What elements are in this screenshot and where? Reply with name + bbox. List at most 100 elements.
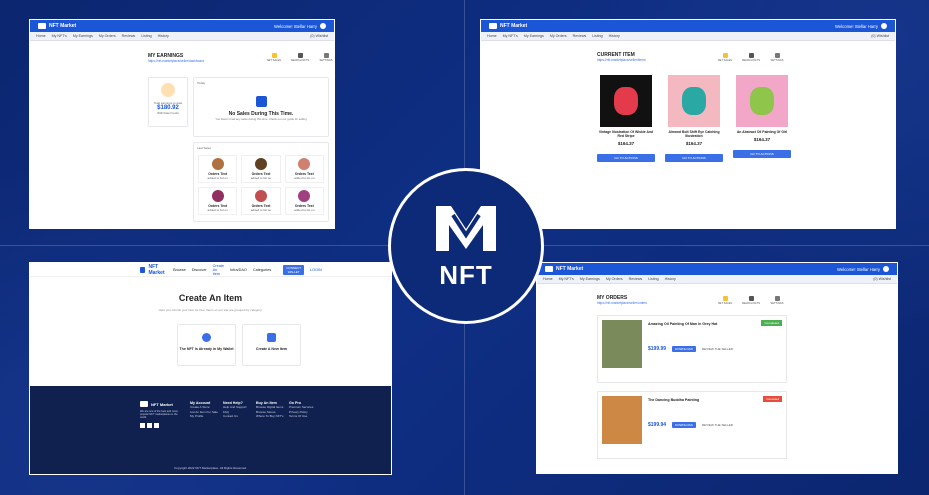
go-to-actions-button[interactable]: GO TO ACTIONS [733, 150, 791, 158]
nav-discover[interactable]: Discover [192, 268, 207, 272]
wishlist-link[interactable]: (0) Wishlist [871, 34, 889, 38]
connect-wallet-button[interactable]: CONNECT WALLET [283, 264, 305, 275]
nav-reviews[interactable]: Reviews [122, 34, 136, 38]
facebook-icon[interactable] [140, 423, 145, 428]
logo-icon [140, 401, 148, 407]
instagram-icon[interactable] [154, 423, 159, 428]
sale-item[interactable]: Orders Text added to list on [241, 155, 281, 183]
page-link[interactable]: https://nft-marketplace/seller/orders [597, 301, 647, 305]
user-menu[interactable]: Welcome! Stellar Harry [837, 266, 889, 272]
nav-listing[interactable]: Listing [141, 34, 151, 38]
review-seller-link[interactable]: REVIEW THE SELLER [702, 423, 733, 427]
avatar [211, 190, 224, 202]
order-title: The Dancing Buddha Painting [648, 398, 700, 402]
download-button[interactable]: DOWNLOAD [672, 422, 696, 428]
copyright: Copyright 2022 NFT Marketplace. All Righ… [174, 466, 247, 470]
nav-my-nfts[interactable]: My NFT's [52, 34, 67, 38]
withdraw-link[interactable]: Withdraw Funds [149, 111, 187, 115]
twitter-icon[interactable] [147, 423, 152, 428]
nav-reviews[interactable]: Reviews [629, 277, 643, 281]
download-button[interactable]: DOWNLOAD [672, 346, 696, 352]
brand-logo[interactable]: NFT Market [545, 266, 583, 272]
nav-create[interactable]: Create An Item [213, 264, 224, 276]
sale-item[interactable]: Orders Text added to list on [198, 187, 238, 215]
avatar [298, 190, 311, 202]
go-to-actions-button[interactable]: GO TO ACTIONS [597, 154, 655, 162]
go-to-actions-button[interactable]: GO TO ACTIONS [665, 154, 723, 162]
search-nfts-button[interactable]: SEARCH NFTS [741, 296, 761, 305]
sale-item[interactable]: Orders Text added to list on [241, 187, 281, 215]
sale-item[interactable]: Orders Text added to list on [284, 155, 324, 183]
sale-item[interactable]: Orders Text added to list on [284, 187, 324, 215]
login-link[interactable]: LOGIN [310, 268, 322, 272]
footer-link[interactable]: Where To Buy NFT's [256, 414, 284, 418]
nav-orders[interactable]: My Orders [99, 34, 116, 38]
nav-home[interactable]: Home [487, 34, 497, 38]
nft-card[interactable]: Almond Bolt Shift Eye Catching Illustrat… [665, 75, 723, 162]
nav-listing[interactable]: Listing [648, 277, 658, 281]
review-seller-link[interactable]: REVIEW THE SELLER [702, 347, 733, 351]
nft-card[interactable]: An Abstract Oil Painting Of Girl $164.37… [733, 75, 791, 162]
nav-orders[interactable]: My Orders [606, 277, 623, 281]
existing-nft-option[interactable]: The NFT Is Already In My Wallet [177, 324, 236, 366]
tag-icon [722, 296, 728, 301]
wishlist-link[interactable]: (0) Wishlist [310, 34, 328, 38]
logo-icon [545, 266, 553, 272]
page-link[interactable]: https://nft-marketplace/seller/dashboard [148, 59, 204, 63]
user-menu[interactable]: Welcome! Stellar Harry [274, 23, 326, 29]
brand-logo[interactable]: NFT Market [140, 264, 167, 276]
user-menu[interactable]: Welcome! Stellar Harry [835, 23, 887, 29]
new-item-option[interactable]: Create A New Item [242, 324, 301, 366]
brand-name: NFT Market [49, 23, 77, 29]
footer-column: My Account Create A Store List An Item For… [190, 401, 218, 419]
nav-reviews[interactable]: Reviews [573, 34, 587, 38]
quick-actions: SET SALES SEARCH NFTS SETTINGS [715, 296, 787, 305]
search-nfts-button[interactable]: SEARCH NFTS [290, 53, 310, 62]
brand-logo[interactable]: NFT Market [489, 23, 527, 29]
footer-column: Need Help? Help And Support FAQ Contact Us [223, 401, 247, 419]
nav-home[interactable]: Home [36, 34, 46, 38]
gear-icon [774, 296, 780, 301]
nav-home[interactable]: Home [543, 277, 553, 281]
nav-history[interactable]: History [665, 277, 676, 281]
site-footer: NFT Market We are one of the best and mo… [30, 386, 391, 474]
wishlist-link[interactable]: (0) Wishlist [873, 277, 891, 281]
nav-listing[interactable]: Listing [592, 34, 602, 38]
nft-card[interactable]: Vintage Illustration Of Wiskie And Red S… [597, 75, 655, 162]
nav-browse[interactable]: Browse [173, 268, 186, 272]
nav-infra[interactable]: Infra/DAO [230, 268, 247, 272]
nft-image [736, 75, 788, 127]
nav-orders[interactable]: My Orders [550, 34, 567, 38]
avatar [211, 158, 224, 170]
footer-link[interactable]: Terms Of Use [289, 414, 313, 418]
nav-my-nfts[interactable]: My NFT's [559, 277, 574, 281]
brand-logo[interactable]: NFT Market [38, 23, 76, 29]
nav-categories[interactable]: Categories [253, 268, 271, 272]
page-link[interactable]: https://nft-marketplace/seller/items [597, 58, 646, 62]
avatar [298, 158, 311, 170]
nav-history[interactable]: History [158, 34, 169, 38]
nft-price: $164.37 [685, 141, 703, 146]
video-icon [255, 96, 267, 107]
social-links [140, 423, 182, 428]
nav-earnings[interactable]: My Earnings [580, 277, 600, 281]
nav-earnings[interactable]: My Earnings [524, 34, 544, 38]
settings-button[interactable]: SETTINGS [316, 53, 334, 62]
nav-my-nfts[interactable]: My NFT's [503, 34, 518, 38]
set-sales-button[interactable]: SET SALES [715, 53, 735, 62]
nav-history[interactable]: History [609, 34, 620, 38]
set-sales-button[interactable]: SET SALES [715, 296, 735, 305]
search-nfts-button[interactable]: SEARCH NFTS [741, 53, 761, 62]
nft-logo-icon [436, 206, 496, 251]
footer-link[interactable]: My Profile [190, 414, 218, 418]
set-sales-button[interactable]: SET SALES [264, 53, 284, 62]
page-description: Here you can list your item for free. It… [158, 308, 263, 312]
settings-button[interactable]: SETTINGS [767, 296, 787, 305]
nft-title: Vintage Illustration Of Wiskie And Red S… [598, 130, 654, 138]
nav-earnings[interactable]: My Earnings [73, 34, 93, 38]
page-title: CURRENT ITEM https://nft-marketplace/sel… [597, 52, 646, 62]
sale-item[interactable]: Orders Text added to list on [198, 155, 238, 183]
settings-button[interactable]: SETTINGS [767, 53, 787, 62]
footer-link[interactable]: Contact Us [223, 414, 247, 418]
quick-actions: SET SALES SEARCH NFTS SETTINGS [264, 53, 334, 62]
